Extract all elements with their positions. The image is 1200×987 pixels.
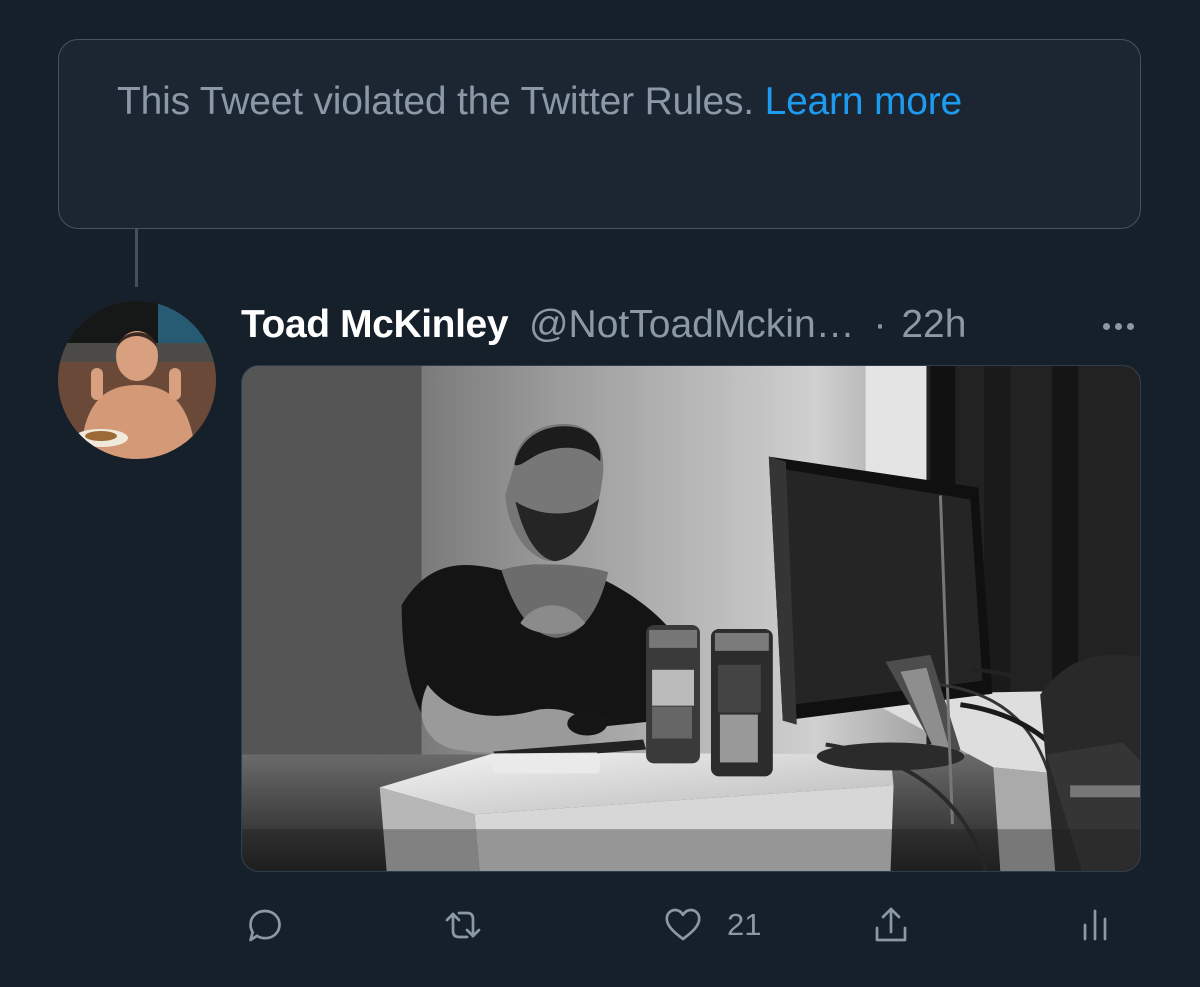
header-separator: · [873,303,887,346]
share-button[interactable] [867,894,915,956]
user-handle[interactable]: @NotToadMckin… [529,303,855,346]
tweet-thread-screen: This Tweet violated the Twitter Rules. L… [0,0,1200,987]
tweet-header: Toad McKinley @NotToadMckin… · 22h [241,298,1141,352]
more-horizontal-icon-dot [1114,322,1122,330]
tweet-timestamp[interactable]: 22h [901,303,966,346]
retweet-icon [445,911,481,939]
display-name[interactable]: Toad McKinley [241,303,509,346]
avatar[interactable] [58,301,216,459]
thread-connector-line [135,229,138,287]
reply-button[interactable] [241,894,289,956]
retweet-button[interactable] [439,894,487,956]
like-count: 21 [727,907,762,942]
learn-more-link[interactable]: Learn more [765,80,963,123]
media-photo [242,366,1140,871]
analytics-icon [1083,909,1107,941]
analytics-button[interactable] [1071,894,1119,956]
share-icon [875,907,907,942]
more-horizontal-icon-dot [1126,322,1134,330]
like-button[interactable]: 21 [659,894,761,956]
tweet-violation-notice: This Tweet violated the Twitter Rules. L… [58,39,1141,229]
violation-message: This Tweet violated the Twitter Rules. [117,80,754,123]
more-options-button[interactable] [1088,304,1148,348]
heart-icon [665,908,701,941]
reply-icon [249,909,281,942]
tweet-media-image[interactable] [241,365,1141,872]
tweet-action-bar: 21 [241,894,1141,956]
more-horizontal-icon [1102,322,1110,330]
avatar-image [58,301,216,459]
